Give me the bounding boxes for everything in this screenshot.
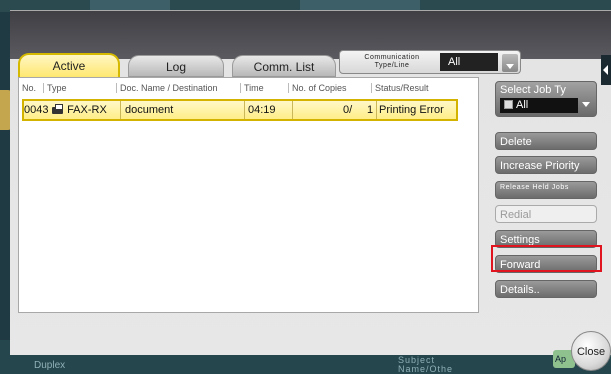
column-header-copies: No. of Copies [292,83,372,93]
job-table: No. Type Doc. Name / Destination Time No… [18,77,479,313]
copies-done: 0/ [343,104,353,116]
table-row[interactable]: 0043 FAX-RX document 04:19 0/ 1 Printing… [22,99,458,121]
increase-priority-button[interactable]: Increase Priority [495,156,597,174]
column-divider [376,101,377,119]
subject-label: Subject Name/Othe [398,355,454,374]
column-header-type: Type [47,83,117,93]
release-held-jobs-button[interactable]: Release Held Jobs [495,181,597,199]
dialog-header [10,11,611,59]
job-status: Printing Error [379,104,444,116]
doc-name: document [125,104,174,116]
column-divider [292,101,293,119]
chevron-down-icon[interactable] [502,54,518,72]
select-job-type-value: All [500,98,578,113]
chevron-down-icon[interactable] [582,102,590,107]
column-divider [120,101,121,119]
column-header-status: Status/Result [375,83,429,93]
tab-active[interactable]: Active [18,53,120,77]
column-header-no: No. [22,83,44,93]
side-panel-toggle[interactable] [601,55,611,85]
copies-total: 1 [367,104,374,116]
job-time: 04:19 [248,104,276,116]
select-job-type[interactable]: Select Job Ty All [495,81,597,117]
communication-type-value: All [440,53,498,71]
job-number: 0043 [24,104,49,116]
column-header-time: Time [244,83,289,93]
fax-icon [52,104,64,115]
delete-button[interactable]: Delete [495,132,597,150]
table-header: No. Type Doc. Name / Destination Time No… [19,80,478,96]
forward-highlight [491,245,602,272]
redial-button[interactable]: Redial [495,205,597,223]
select-job-type-value-text: All [516,99,529,111]
communication-type-select[interactable]: Communication Type/Line All [339,50,521,74]
document-icon [504,100,513,109]
details-button[interactable]: Details.. [495,280,597,298]
duplex-label: Duplex [34,360,66,371]
job-type-label: FAX-RX [67,104,107,116]
close-button[interactable]: Close [571,331,611,371]
select-job-type-label: Select Job Ty [500,84,566,96]
tab-comm-list[interactable]: Comm. List [232,55,336,77]
tab-log[interactable]: Log [128,55,224,77]
job-type: FAX-RX [52,101,107,119]
column-divider [244,101,245,119]
column-header-doc-name: Doc. Name / Destination [120,83,241,93]
communication-type-label: Communication Type/Line [364,54,420,69]
